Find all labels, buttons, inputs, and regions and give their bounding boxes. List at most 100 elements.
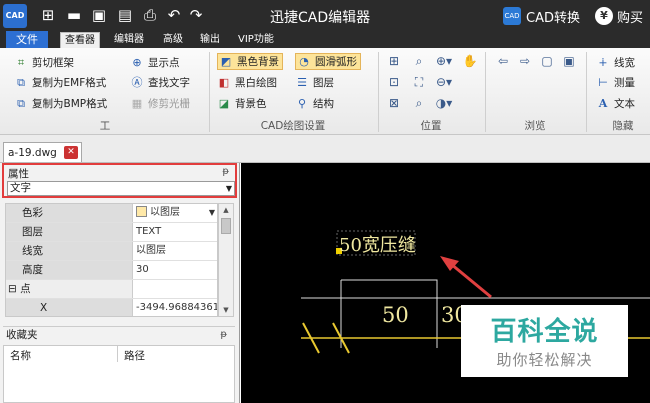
- title-bar: CAD ⊞ ▬ ▣ ▤ ⎙ ↶ ↷ 迅捷CAD编辑器 CAD CAD转换 ¥ 购…: [0, 0, 650, 31]
- fit-icon[interactable]: ⊡: [385, 74, 403, 90]
- text-toggle-button[interactable]: A 文本: [596, 95, 635, 112]
- smooth-arc-button[interactable]: ◔ 圆滑弧形: [295, 53, 361, 70]
- watermark-title: 百科全说: [490, 317, 599, 347]
- page-icon[interactable]: ▢: [538, 53, 556, 69]
- new-file-icon[interactable]: ⊞: [38, 5, 58, 25]
- document-tab-label: a-19.dwg: [8, 146, 57, 159]
- magnifier-icon[interactable]: ⌕: [410, 95, 428, 111]
- trim-raster-label: 修剪光栅: [148, 98, 190, 110]
- trim-raster-icon: ▦: [131, 96, 143, 110]
- menu-viewer[interactable]: 查看器: [60, 32, 100, 48]
- property-key: 图层: [6, 223, 132, 241]
- zoom-options-icon[interactable]: ◑▾: [435, 95, 453, 111]
- property-scrollbar[interactable]: ▲ ▼: [218, 203, 234, 317]
- annotation-arrow-shaft: [450, 262, 492, 299]
- app-title: 迅捷CAD编辑器: [270, 10, 371, 26]
- property-value: [132, 280, 217, 298]
- menu-file[interactable]: 文件: [6, 31, 48, 48]
- property-value[interactable]: 30: [132, 261, 217, 279]
- property-category-row[interactable]: ⊟ 点: [6, 280, 217, 299]
- pin-icon[interactable]: ᵽ: [222, 166, 229, 177]
- menu-advanced[interactable]: 高级: [159, 31, 187, 48]
- group-label-browse: 浏览: [524, 120, 546, 132]
- column-divider[interactable]: [117, 346, 118, 362]
- group-label-hide: 隐藏: [612, 120, 634, 132]
- zoom-window-icon[interactable]: ⊞: [385, 53, 403, 69]
- drawing-label-main[interactable]: 50宽压缝: [339, 231, 416, 257]
- bg-color-icon: ◪: [218, 96, 230, 110]
- save-icon[interactable]: ▣: [89, 5, 109, 25]
- favorites-column-name[interactable]: 名称: [10, 348, 31, 363]
- save-as-icon[interactable]: ▤: [115, 5, 135, 25]
- menu-vip[interactable]: VIP功能: [234, 31, 278, 48]
- menu-editor[interactable]: 编辑器: [110, 31, 148, 48]
- zoom-dropdown-icon[interactable]: ⊕▾: [435, 53, 453, 69]
- page-next-icon[interactable]: ▣: [560, 53, 578, 69]
- black-background-button[interactable]: ◩ 黑色背景: [217, 53, 283, 70]
- pin-icon[interactable]: ᵽ: [220, 327, 227, 343]
- structure-label: 结构: [313, 98, 334, 110]
- property-key: 线宽: [6, 242, 132, 260]
- measure-button[interactable]: ⊢ 测量: [596, 74, 635, 91]
- property-value[interactable]: 以图层: [132, 242, 217, 260]
- property-value[interactable]: -3494.968843611: [132, 299, 217, 316]
- line-width-label: 线宽: [614, 57, 635, 69]
- cad-convert-button[interactable]: CAD CAD转换: [503, 6, 580, 26]
- background-color-button[interactable]: ◪ 背景色: [217, 95, 267, 112]
- favorites-column-path[interactable]: 路径: [124, 348, 145, 363]
- smooth-arc-label: 圆滑弧形: [315, 56, 357, 68]
- properties-title: 属性: [8, 168, 29, 180]
- cad-convert-label: CAD转换: [526, 10, 580, 26]
- bw-drawing-icon: ◧: [218, 75, 230, 89]
- bg-color-label: 背景色: [235, 98, 267, 110]
- back-arrow-icon[interactable]: ⇦: [494, 53, 512, 69]
- copy-bmp-button[interactable]: ⧉ 复制为BMP格式: [14, 95, 107, 112]
- find-text-label: 查找文字: [148, 77, 190, 89]
- redo-icon[interactable]: ↷: [186, 5, 206, 25]
- zoom-out-dropdown-icon[interactable]: ⊖▾: [435, 74, 453, 90]
- structure-icon: ⚲: [297, 96, 307, 110]
- scroll-up-icon[interactable]: ▲: [219, 204, 233, 216]
- extents-icon[interactable]: ⛶: [410, 74, 428, 90]
- close-icon[interactable]: ✕: [64, 146, 78, 159]
- layers-button[interactable]: ☰ 图层: [295, 74, 334, 91]
- property-value-color[interactable]: 以图层 ▼: [132, 204, 217, 222]
- property-row[interactable]: 图层 TEXT: [6, 223, 217, 242]
- property-value[interactable]: TEXT: [132, 223, 217, 241]
- print-icon[interactable]: ⎙: [140, 5, 160, 25]
- copy-emf-label: 复制为EMF格式: [32, 77, 107, 89]
- undo-icon[interactable]: ↶: [164, 5, 184, 25]
- zoom-prev-icon[interactable]: ⊠: [385, 95, 403, 111]
- copy-emf-button[interactable]: ⧉ 复制为EMF格式: [14, 74, 106, 91]
- copy-emf-icon: ⧉: [17, 75, 25, 89]
- structure-button[interactable]: ⚲ 结构: [295, 95, 334, 112]
- trim-raster-button[interactable]: ▦ 修剪光栅: [130, 95, 190, 112]
- forward-arrow-icon[interactable]: ⇨: [516, 53, 534, 69]
- drawing-dimension-1[interactable]: 50: [382, 303, 409, 327]
- bw-drawing-button[interactable]: ◧ 黑白绘图: [217, 74, 277, 91]
- copy-bmp-label: 复制为BMP格式: [32, 98, 108, 110]
- scroll-thumb[interactable]: [221, 218, 231, 234]
- property-key: 高度: [6, 261, 132, 279]
- scroll-down-icon[interactable]: ▼: [219, 304, 233, 316]
- show-points-button[interactable]: ⊕ 显示点: [130, 54, 179, 71]
- buy-button[interactable]: ¥ 购买: [595, 6, 643, 26]
- cut-frame-label: 剪切框架: [32, 57, 74, 69]
- watermark-badge: 百科全说 助你轻松解决: [461, 305, 628, 377]
- open-folder-icon[interactable]: ▬: [64, 5, 84, 25]
- line-width-button[interactable]: ∔ 线宽: [596, 54, 635, 71]
- layers-label: 图层: [313, 77, 334, 89]
- pan-hand-icon[interactable]: ✋: [461, 53, 479, 69]
- entity-type-select[interactable]: 文字 ▼: [7, 181, 235, 196]
- zoom-in-rect-icon[interactable]: ⌕: [410, 53, 428, 69]
- cut-frame-button[interactable]: ⌗ 剪切框架: [14, 54, 74, 71]
- find-text-button[interactable]: Ⓐ 查找文字: [130, 74, 191, 91]
- black-bg-icon: ◩: [220, 54, 232, 68]
- property-row[interactable]: X -3494.968843611: [6, 299, 217, 316]
- property-row[interactable]: 高度 30: [6, 261, 217, 280]
- favorites-title: 收藏夹: [6, 329, 38, 341]
- property-row[interactable]: 线宽 以图层: [6, 242, 217, 261]
- property-row[interactable]: 色彩 以图层 ▼: [6, 204, 217, 223]
- menu-output[interactable]: 输出: [196, 31, 224, 48]
- document-tab[interactable]: a-19.dwg ✕: [3, 142, 82, 162]
